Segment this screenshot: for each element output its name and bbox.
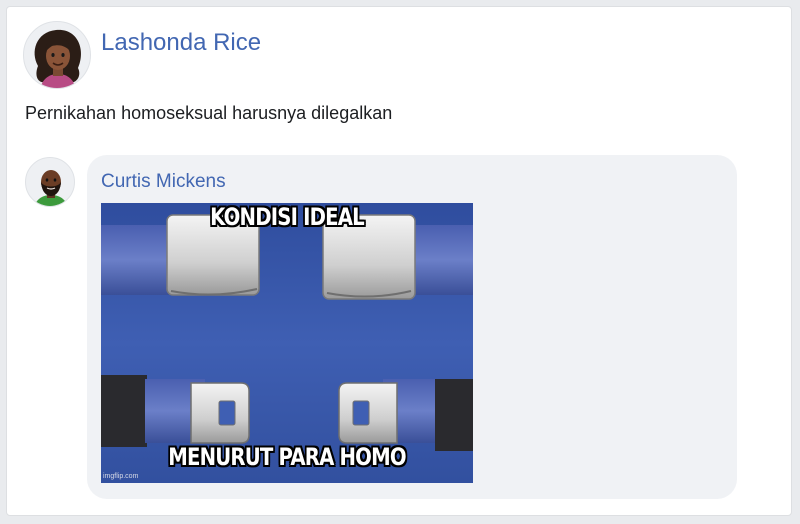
post-card: Lashonda Rice Pernikahan homoseksual har…: [6, 6, 792, 516]
comment-bubble: Curtis Mickens KONDISI IDEAL MENURUT PAR…: [87, 155, 737, 499]
post-text: Pernikahan homoseksual harusnya dilegalk…: [25, 103, 393, 123]
commenter-avatar[interactable]: [25, 157, 75, 207]
meme-bottom-caption: MENURUT PARA HOMO: [168, 443, 406, 471]
author-avatar[interactable]: [23, 21, 91, 89]
commenter-name[interactable]: Curtis Mickens: [101, 171, 226, 193]
meme-top-caption: KONDISI IDEAL: [210, 203, 365, 231]
meme-image[interactable]: KONDISI IDEAL MENURUT PARA HOMO imgflip.…: [101, 203, 473, 483]
post-author-name[interactable]: Lashonda Rice: [101, 29, 261, 57]
meme-watermark: imgflip.com: [103, 473, 139, 480]
meme-graphic: [101, 203, 473, 483]
